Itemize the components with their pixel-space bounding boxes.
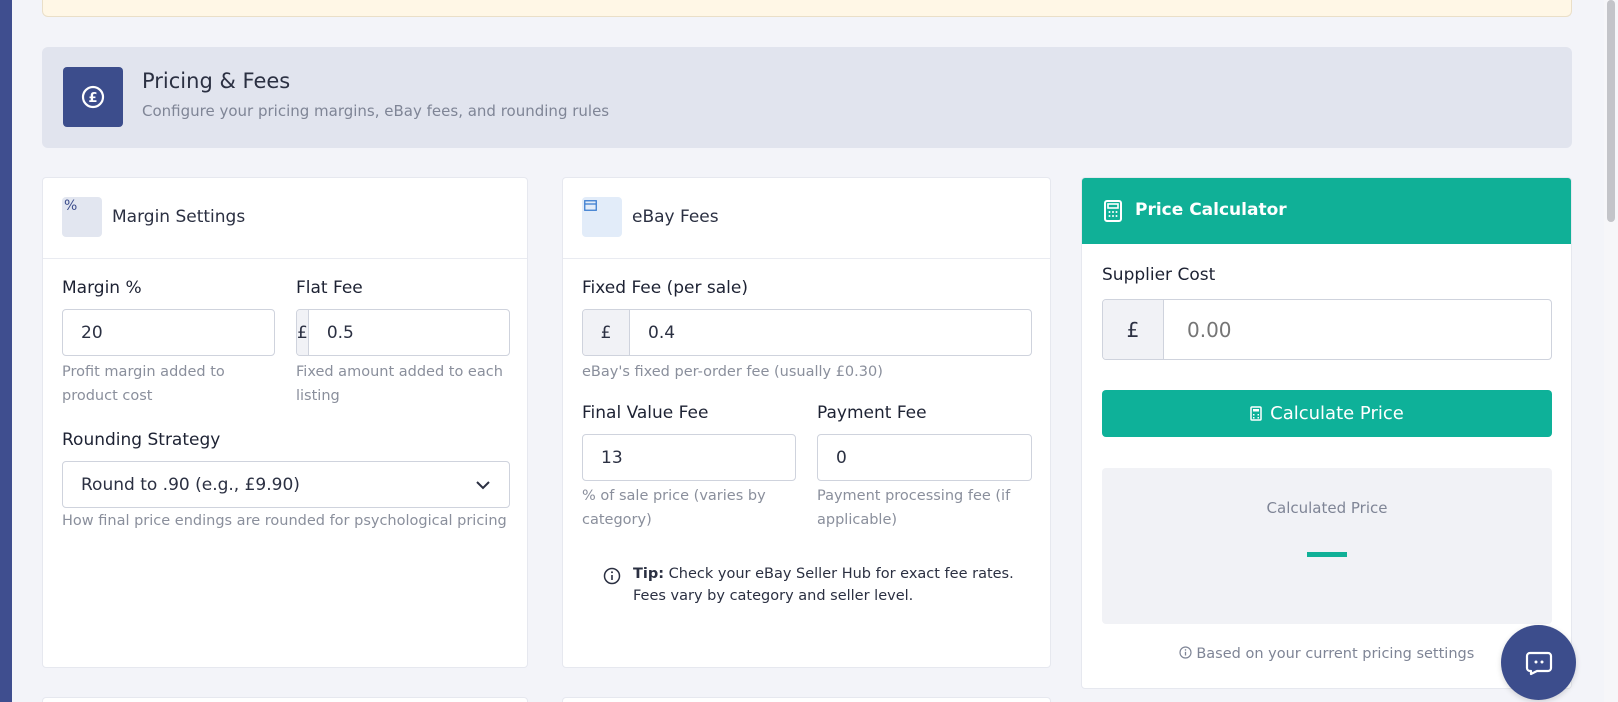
supplier-cost-input[interactable] bbox=[1164, 300, 1551, 359]
next-card-stub bbox=[562, 697, 1051, 702]
card-title: eBay Fees bbox=[632, 207, 719, 227]
pound-prefix: £ bbox=[297, 310, 309, 355]
calculator-icon bbox=[1250, 406, 1262, 421]
info-icon bbox=[603, 567, 621, 585]
pound-prefix: £ bbox=[1103, 300, 1164, 359]
ebay-fees-card: eBay Fees Fixed Fee (per sale) £ eBay's … bbox=[562, 177, 1051, 668]
margin-help: Profit margin added to product cost bbox=[62, 364, 225, 404]
card-title: Margin Settings bbox=[112, 207, 246, 227]
final-value-fee-input[interactable] bbox=[583, 435, 795, 480]
supplier-cost-label: Supplier Cost bbox=[1102, 265, 1216, 285]
flat-fee-help: Fixed amount added to each listing bbox=[296, 364, 503, 404]
chevron-down-icon bbox=[476, 480, 490, 489]
section-subtitle: Configure your pricing margins, eBay fee… bbox=[142, 102, 610, 120]
price-calculator-card: Price Calculator Supplier Cost £ Calcula… bbox=[1081, 177, 1572, 689]
final-value-fee-input-group: % bbox=[582, 434, 796, 481]
flat-fee-label: Flat Fee bbox=[296, 278, 363, 298]
payment-fee-input-group: % bbox=[817, 434, 1032, 481]
chat-bubble-icon bbox=[1525, 651, 1552, 675]
card-header: eBay Fees bbox=[563, 178, 1050, 259]
rounding-selected-value: Round to .90 (e.g., £9.90) bbox=[81, 474, 300, 495]
calculator-icon bbox=[1104, 200, 1122, 222]
svg-text:£: £ bbox=[88, 91, 97, 106]
final-value-fee-label: Final Value Fee bbox=[582, 403, 709, 423]
payment-fee-label: Payment Fee bbox=[817, 403, 927, 423]
supplier-cost-input-group: £ bbox=[1102, 299, 1552, 360]
card-header: % Margin Settings bbox=[43, 178, 527, 259]
notice-banner bbox=[42, 0, 1572, 17]
final-value-fee-help: % of sale price (varies by category) bbox=[582, 488, 766, 528]
pound-prefix: £ bbox=[583, 310, 630, 355]
flat-fee-input[interactable] bbox=[308, 310, 509, 355]
fixed-fee-input-group: £ bbox=[582, 309, 1032, 356]
rounding-select[interactable]: Round to .90 (e.g., £9.90) bbox=[62, 461, 510, 508]
calculate-price-button[interactable]: Calculate Price bbox=[1102, 390, 1552, 437]
tip-text: Check your eBay Seller Hub for exact fee… bbox=[633, 566, 1014, 604]
section-title: Pricing & Fees bbox=[142, 69, 291, 93]
margin-input[interactable] bbox=[63, 310, 274, 355]
calculate-price-label: Calculate Price bbox=[1270, 403, 1404, 424]
fixed-fee-help: eBay's fixed per-order fee (usually £0.3… bbox=[582, 364, 883, 380]
calculator-title: Price Calculator bbox=[1135, 200, 1287, 220]
calculated-price-placeholder bbox=[1307, 552, 1347, 557]
calculated-price-label: Calculated Price bbox=[1266, 499, 1388, 517]
rounding-label: Rounding Strategy bbox=[62, 430, 221, 450]
tip-bold: Tip: bbox=[633, 566, 665, 582]
margin-settings-card: % Margin Settings Margin % % Profit marg… bbox=[42, 177, 528, 668]
calculator-footnote: Based on your current pricing settings bbox=[1082, 646, 1571, 662]
margin-input-group: % bbox=[62, 309, 275, 356]
credit-card-icon bbox=[582, 197, 622, 237]
scrollbar-thumb[interactable] bbox=[1607, 0, 1615, 222]
percent-icon: % bbox=[62, 197, 102, 237]
fixed-fee-input[interactable] bbox=[630, 310, 1031, 355]
page-scrollbar[interactable] bbox=[1604, 0, 1618, 702]
fixed-fee-label: Fixed Fee (per sale) bbox=[582, 278, 748, 298]
rounding-help: How final price endings are rounded for … bbox=[62, 513, 507, 529]
payment-fee-help: Payment processing fee (if applicable) bbox=[817, 488, 1011, 528]
calculator-header: Price Calculator bbox=[1082, 178, 1571, 244]
chat-button[interactable] bbox=[1501, 625, 1576, 700]
calculated-price-panel: Calculated Price bbox=[1102, 468, 1552, 624]
fee-tip: Tip: Check your eBay Seller Hub for exac… bbox=[603, 563, 1023, 607]
next-card-stub bbox=[42, 697, 528, 702]
margin-label: Margin % bbox=[62, 278, 142, 298]
left-sidebar-rail bbox=[0, 0, 12, 702]
info-icon bbox=[1179, 646, 1192, 659]
flat-fee-input-group: £ bbox=[296, 309, 510, 356]
pound-circle-icon: £ bbox=[63, 67, 123, 127]
pricing-section-header: £ Pricing & Fees Configure your pricing … bbox=[42, 47, 1572, 148]
payment-fee-input[interactable] bbox=[818, 435, 1031, 480]
